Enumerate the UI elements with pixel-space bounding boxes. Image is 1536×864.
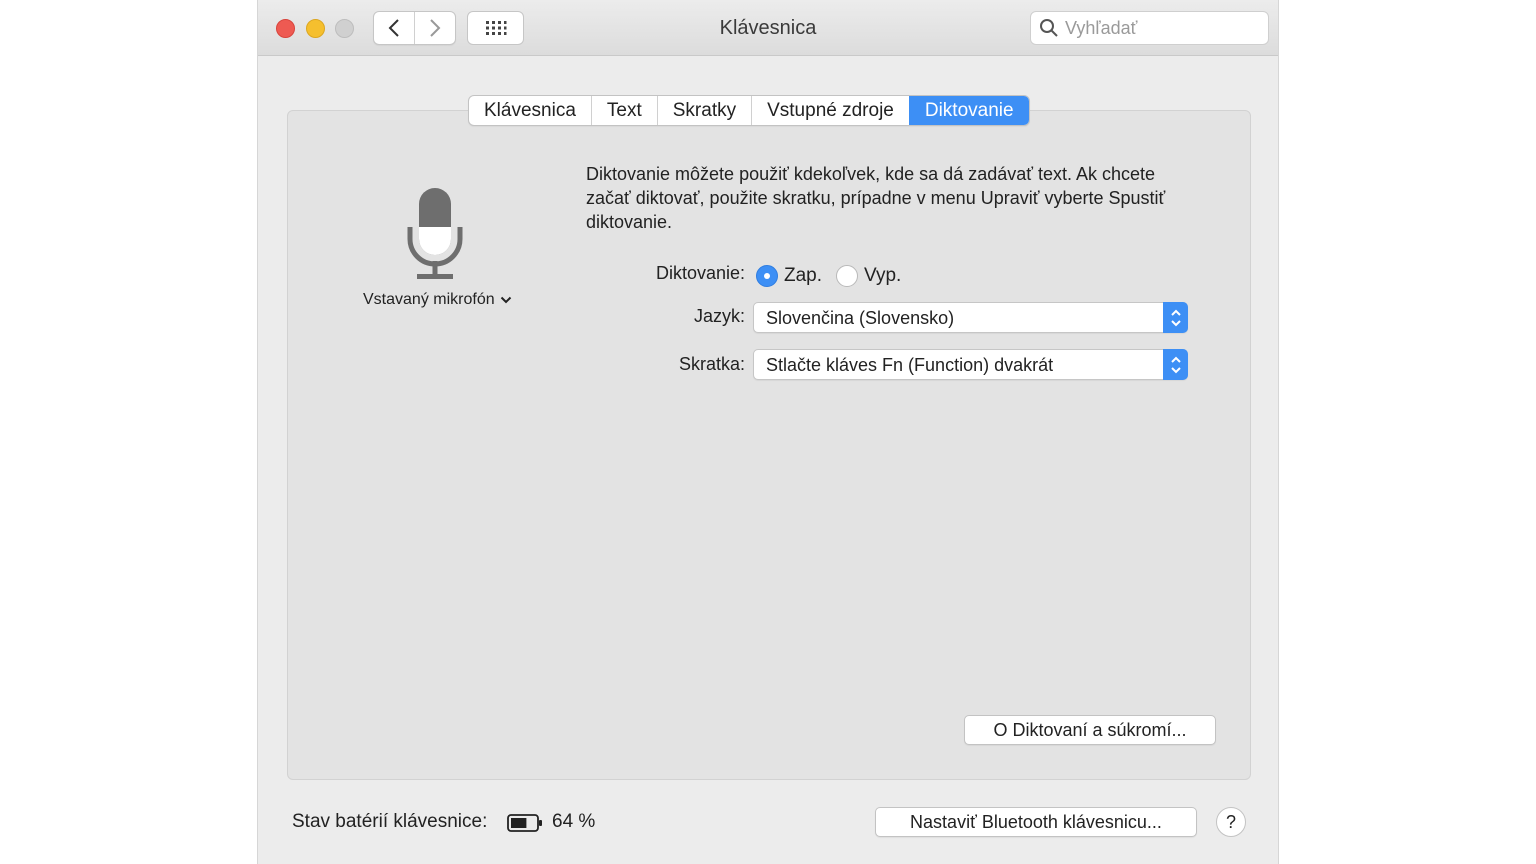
battery-icon	[507, 814, 542, 832]
battery-status-label: Stav batérií klávesnice:	[292, 811, 488, 832]
microphone-icon	[407, 188, 463, 279]
language-value: Slovenčina (Slovensko)	[766, 308, 955, 328]
title-bar: Klávesnica	[258, 0, 1278, 56]
battery-percent: 64 %	[552, 811, 596, 832]
shortcut-select[interactable]: Stlačte kláves Fn (Function) dvakrát	[753, 349, 1188, 380]
dictation-label: Diktovanie:	[655, 263, 745, 283]
about-dictation-privacy-button[interactable]: O Diktovaní a súkromí...	[964, 715, 1216, 745]
shortcut-label: Skratka:	[678, 354, 745, 374]
shortcut-value: Stlačte kláves Fn (Function) dvakrát	[766, 355, 1054, 375]
language-label: Jazyk:	[693, 306, 745, 326]
up-down-chevron-icon	[1170, 309, 1181, 326]
search-field[interactable]	[1030, 11, 1269, 45]
language-select[interactable]: Slovenčina (Slovensko)	[753, 302, 1188, 333]
search-icon	[1040, 19, 1058, 37]
dictation-off-label[interactable]: Vyp.	[864, 265, 901, 287]
tab-input-sources[interactable]: Vstupné zdroje	[751, 96, 909, 125]
dictation-on-radio[interactable]	[756, 265, 778, 287]
chevron-down-icon	[500, 296, 511, 304]
microphone-source-label: Vstavaný mikrofón	[363, 291, 495, 308]
help-button[interactable]: ?	[1216, 807, 1246, 837]
microphone-source-select[interactable]: Vstavaný mikrofón	[363, 291, 512, 309]
tab-keyboard[interactable]: Klávesnica	[469, 96, 591, 125]
language-stepper[interactable]	[1163, 302, 1188, 333]
dictation-off-radio[interactable]	[836, 265, 858, 287]
dictation-on-label[interactable]: Zap.	[784, 265, 822, 287]
tab-dictation[interactable]: Diktovanie	[908, 96, 1029, 125]
setup-bluetooth-keyboard-button[interactable]: Nastaviť Bluetooth klávesnicu...	[875, 807, 1197, 837]
tab-bar: Klávesnica Text Skratky Vstupné zdroje D…	[468, 95, 1030, 126]
tab-text[interactable]: Text	[590, 96, 657, 125]
up-down-chevron-icon	[1170, 356, 1181, 373]
shortcut-stepper[interactable]	[1163, 349, 1188, 380]
preferences-window: Klávesnica Klávesnica Text Skratky Vstup…	[257, 0, 1279, 864]
search-input[interactable]	[1065, 17, 1255, 39]
dictation-description: Diktovanie môžete použiť kdekoľvek, kde …	[586, 164, 1166, 232]
tab-shortcuts[interactable]: Skratky	[656, 96, 751, 125]
